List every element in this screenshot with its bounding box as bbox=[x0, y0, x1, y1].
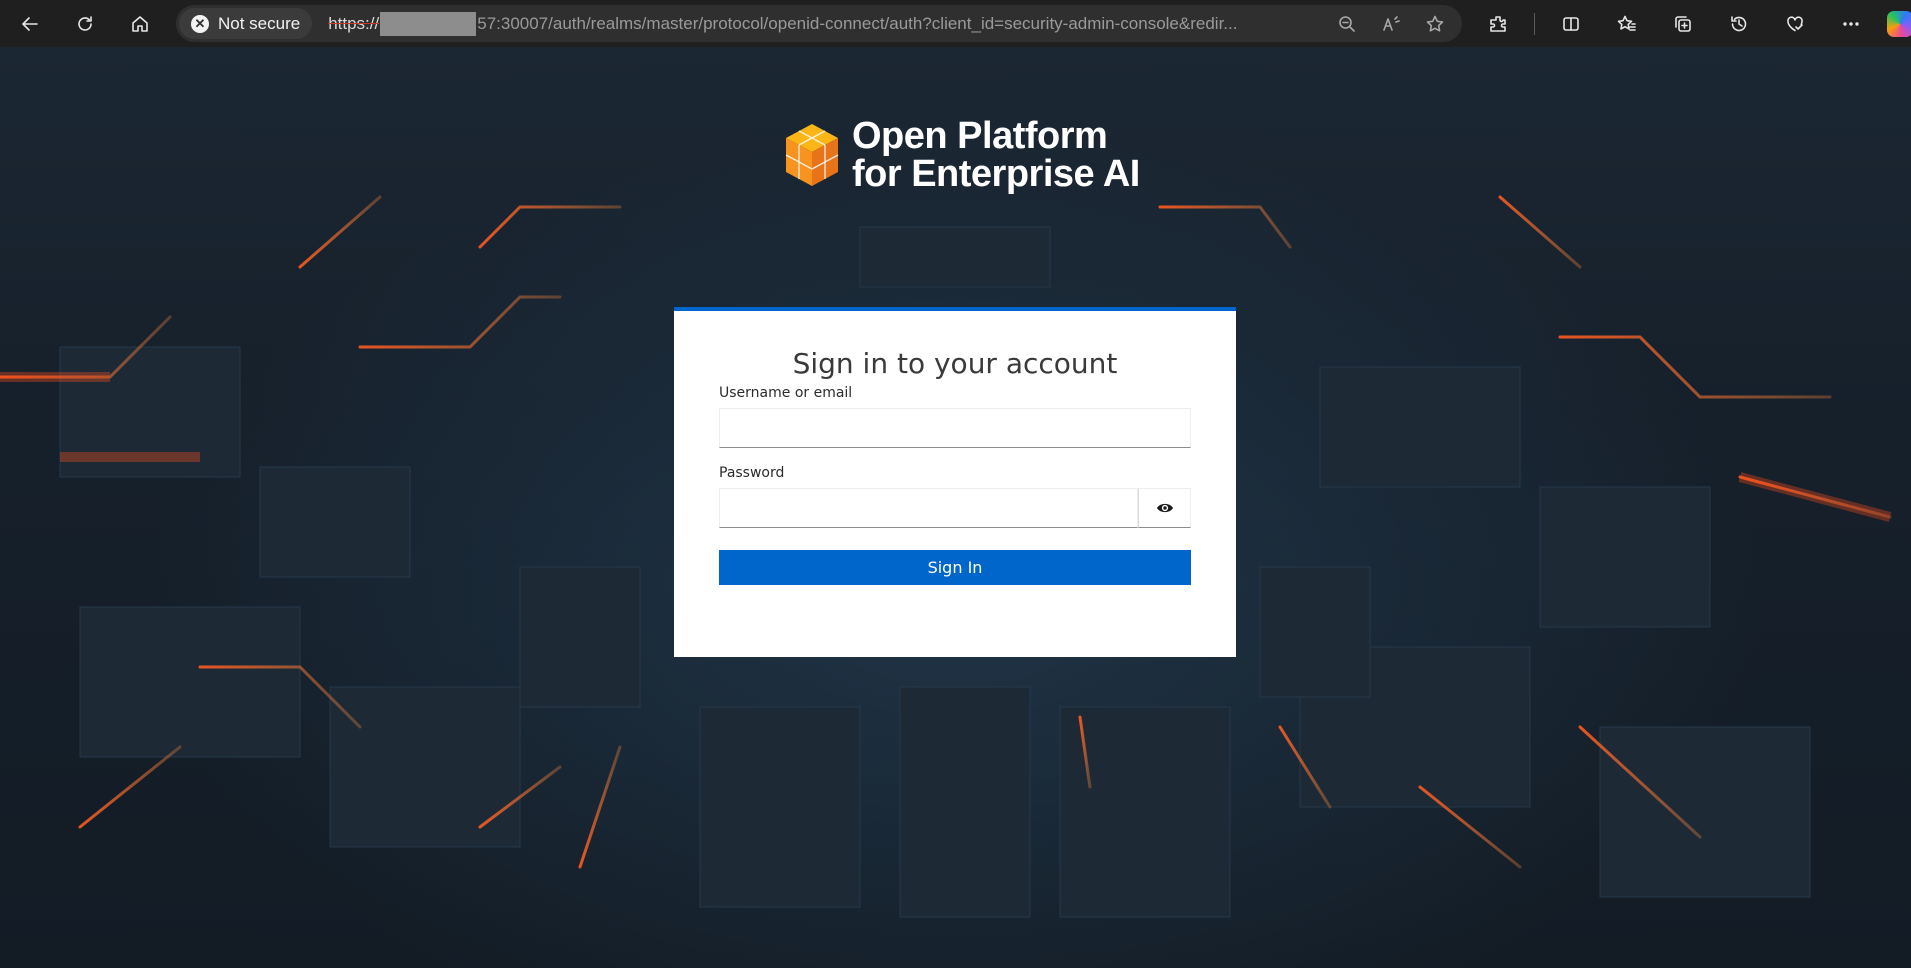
login-card: Sign in to your account Username or emai… bbox=[674, 307, 1236, 657]
password-label: Password bbox=[719, 465, 785, 481]
nav-buttons bbox=[0, 4, 176, 44]
url-text[interactable]: https:// 57:30007/auth/realms/master/pro… bbox=[328, 11, 1288, 36]
url-redacted-host bbox=[380, 11, 477, 36]
back-icon[interactable] bbox=[10, 4, 50, 44]
url-path: 57:30007/auth/realms/master/protocol/ope… bbox=[477, 13, 1238, 33]
collections-icon[interactable] bbox=[1663, 4, 1703, 44]
login-title: Sign in to your account bbox=[792, 347, 1118, 380]
copilot-icon[interactable] bbox=[1887, 10, 1911, 37]
logo-cubes-icon bbox=[782, 122, 842, 188]
more-icon[interactable] bbox=[1831, 4, 1871, 44]
split-screen-icon[interactable] bbox=[1551, 4, 1591, 44]
refresh-icon[interactable] bbox=[65, 4, 105, 44]
password-input[interactable] bbox=[719, 488, 1138, 528]
logo-line-1: Open Platform bbox=[852, 115, 1108, 157]
browser-actions bbox=[1478, 0, 1911, 47]
extensions-icon[interactable] bbox=[1478, 4, 1518, 44]
show-password-button[interactable] bbox=[1138, 488, 1191, 528]
address-bar[interactable]: ✕ Not secure https:// 57:30007/auth/real… bbox=[176, 5, 1462, 42]
history-icon[interactable] bbox=[1719, 4, 1759, 44]
favorites-icon[interactable] bbox=[1607, 4, 1647, 44]
performance-icon[interactable] bbox=[1775, 4, 1815, 44]
site-info-button[interactable]: ✕ Not secure bbox=[179, 8, 313, 39]
username-label: Username or email bbox=[719, 385, 853, 401]
not-secure-icon: ✕ bbox=[191, 14, 209, 33]
favorite-icon[interactable] bbox=[1420, 9, 1450, 39]
eye-icon bbox=[1156, 503, 1173, 513]
security-label: Not secure bbox=[218, 13, 301, 33]
username-input[interactable] bbox=[719, 408, 1191, 448]
logo-line-2: for Enterprise AI bbox=[852, 153, 1140, 195]
brand-logo: Open Platform for Enterprise AI bbox=[782, 117, 1140, 193]
read-aloud-icon[interactable] bbox=[1376, 9, 1406, 39]
login-page: Open Platform for Enterprise AI Sign in … bbox=[0, 47, 1911, 968]
password-group bbox=[719, 488, 1191, 528]
address-actions bbox=[1332, 5, 1450, 42]
zoom-icon[interactable] bbox=[1332, 9, 1362, 39]
logo-wordmark: Open Platform for Enterprise AI bbox=[852, 117, 1140, 193]
toolbar-divider bbox=[1534, 12, 1535, 35]
sign-in-button[interactable]: Sign In bbox=[719, 550, 1191, 585]
home-icon[interactable] bbox=[120, 4, 160, 44]
url-scheme: https:// bbox=[328, 13, 380, 33]
browser-toolbar: ✕ Not secure https:// 57:30007/auth/real… bbox=[0, 0, 1911, 47]
